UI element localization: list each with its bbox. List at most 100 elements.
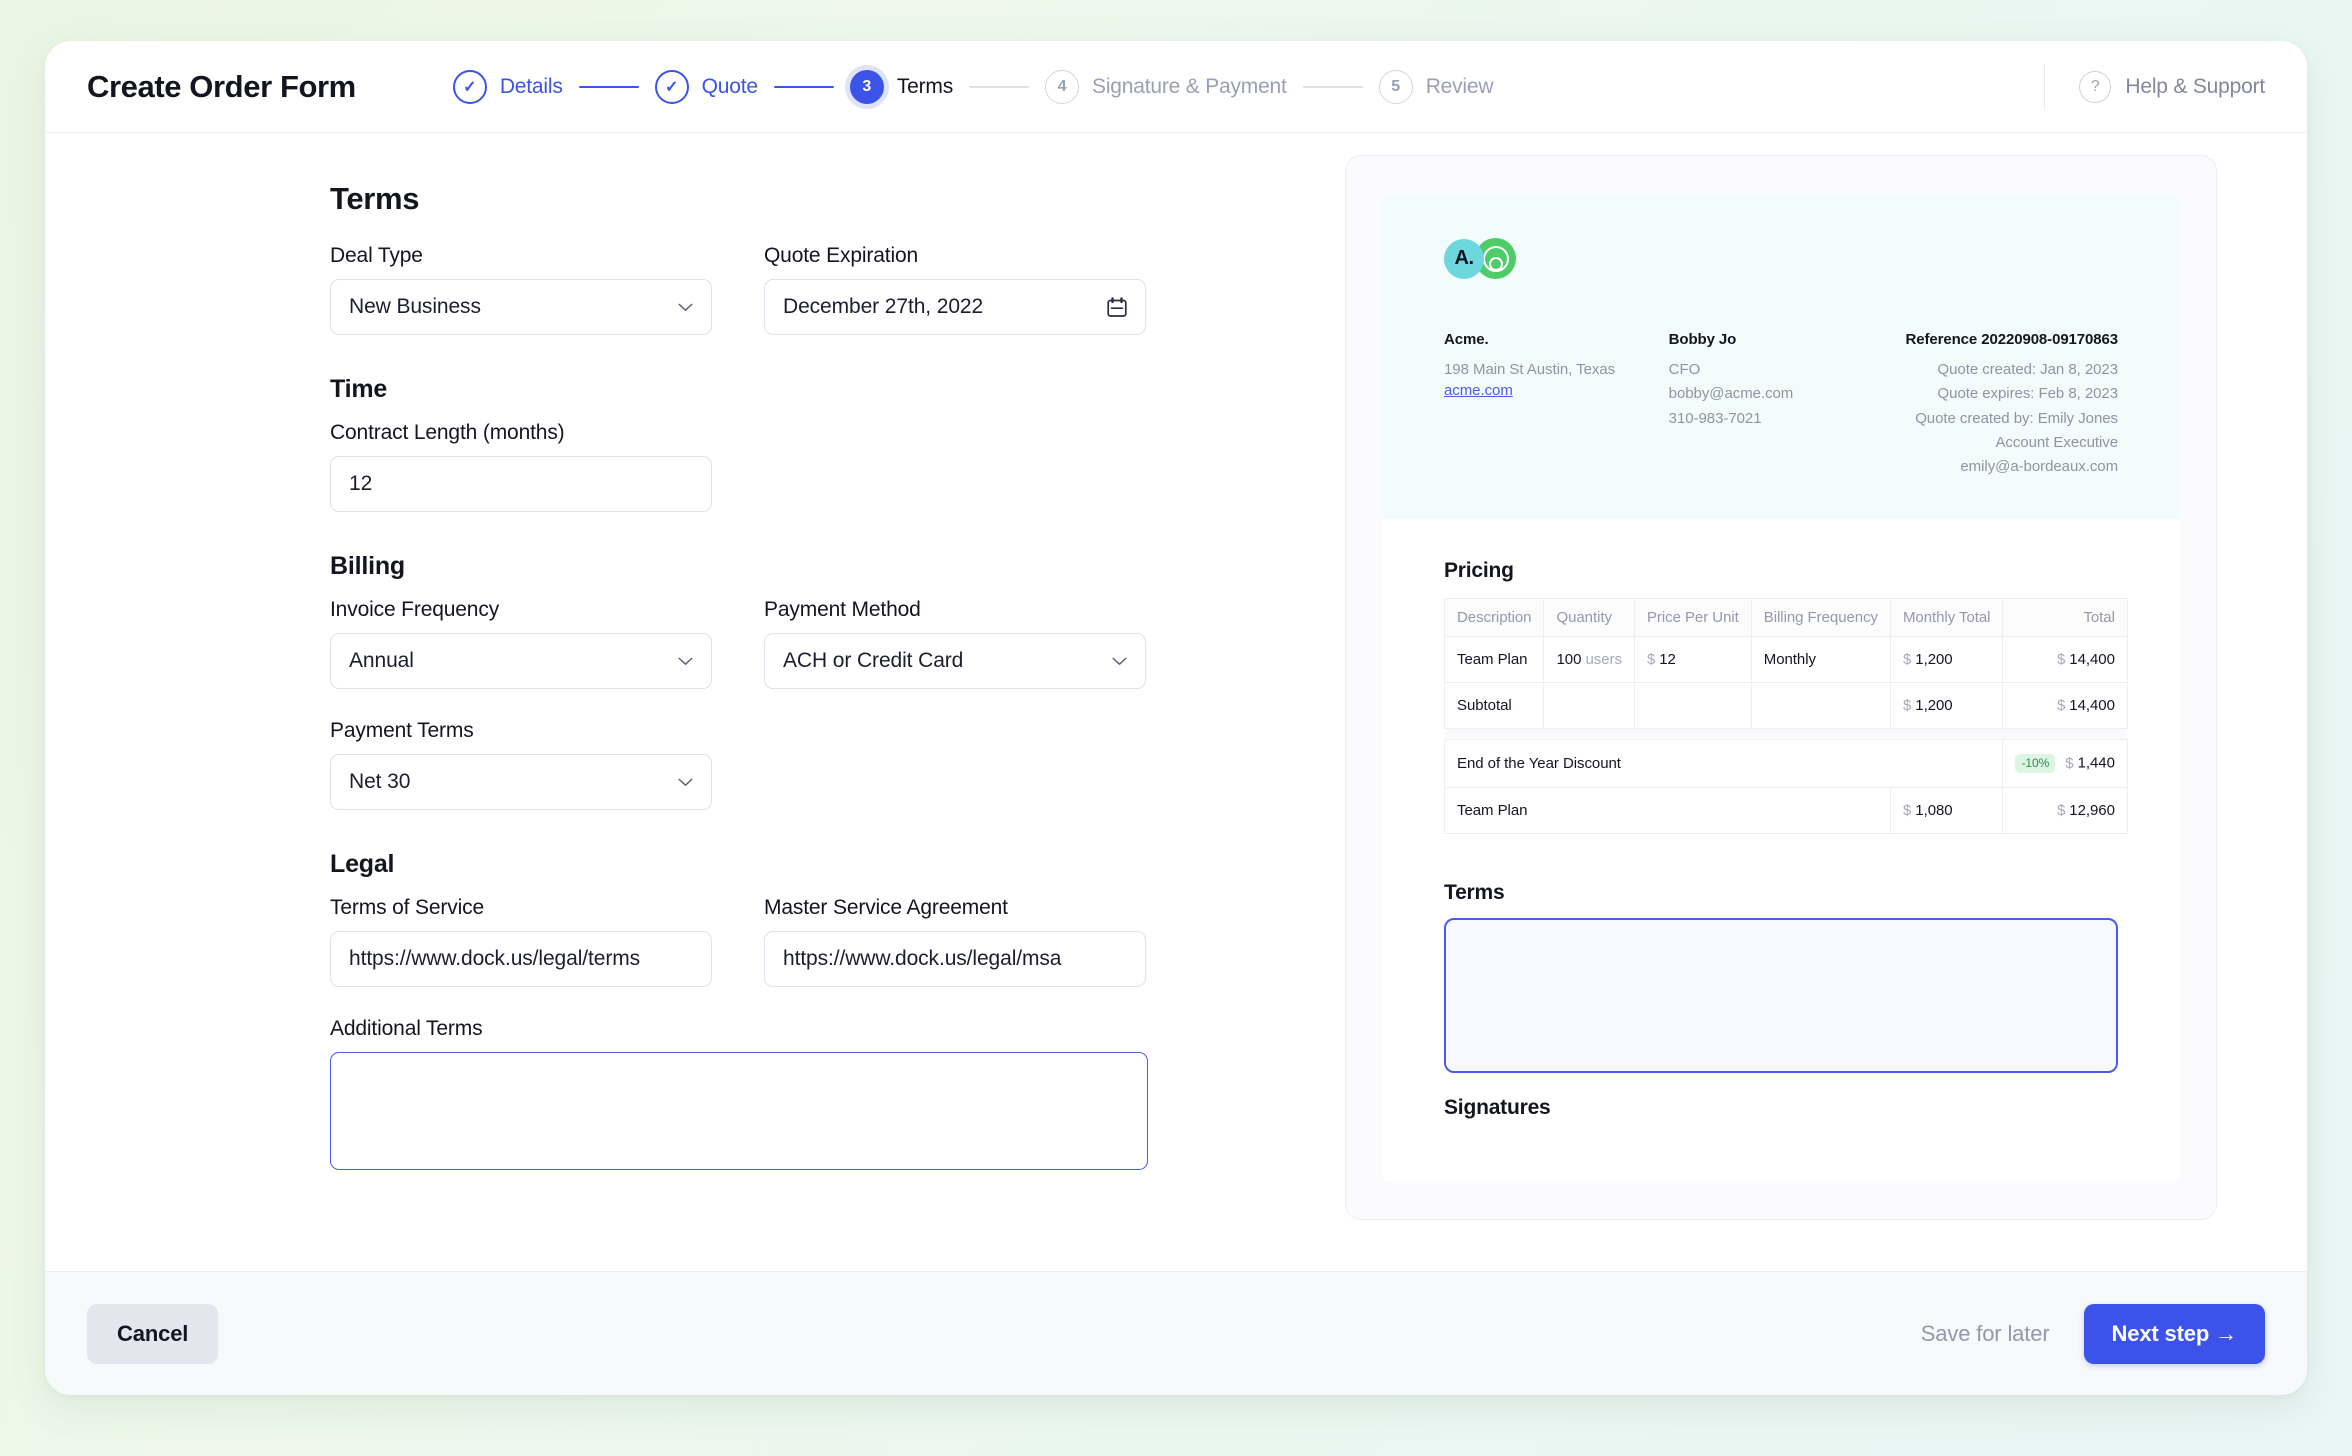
invoice-frequency-select[interactable]: Annual [330, 633, 712, 689]
footer-actions: Save for later Next step → [1921, 1303, 2265, 1364]
table-header-row: Description Quantity Price Per Unit Bill… [1443, 598, 2128, 638]
document-hero: A. Acme. 198 Main St Austin, Texas acme.… [1382, 194, 2180, 520]
label-quote-expiration: Quote Expiration [764, 244, 919, 267]
step-connector-4 [1302, 85, 1363, 88]
payment-method-value: ACH or Credit Card [783, 649, 964, 672]
quote-expiration-input[interactable]: December 27th, 2022 [764, 279, 1146, 335]
label-contract-length: Contract Length (months) [330, 421, 565, 444]
document-preview-pane: A. Acme. 198 Main St Austin, Texas acme.… [1345, 133, 2307, 1271]
field-payment-method: Payment Method ACH or Credit Card [764, 598, 1146, 689]
label-master-service-agreement: Master Service Agreement [764, 896, 1008, 919]
step-signature-payment[interactable]: 4 Signature & Payment [1045, 69, 1287, 104]
page-background: Create Order Form ✓ Details ✓ Quote 3 Te… [0, 0, 2352, 1456]
col-total: Total [2002, 598, 2128, 638]
invoice-frequency-value: Annual [349, 649, 414, 672]
cell-description: Subtotal [1443, 682, 1545, 730]
section-billing: Billing [330, 552, 405, 580]
final-monthly-value: 1,080 [1915, 802, 1953, 820]
table-row: Subtotal $1,200 $14,400 [1443, 682, 2128, 730]
company-logo: A. [1444, 238, 2118, 279]
monthly-total-value: 1,200 [1915, 651, 1953, 669]
next-step-button[interactable]: Next step → [2083, 1303, 2265, 1364]
help-support-label: Help & Support [2125, 74, 2265, 98]
form-heading: Terms [330, 181, 420, 216]
step-details[interactable]: ✓ Details [452, 69, 563, 104]
app-body: Terms Deal Type New Business Quote Expir… [45, 133, 2307, 1271]
cell-price-per-unit [1633, 682, 1752, 730]
terms-form: Terms Deal Type New Business Quote Expir… [45, 133, 1345, 1271]
cell-price-per-unit: $12 [1633, 636, 1752, 684]
quote-created: Quote created: Jan 8, 2023 [1937, 361, 2119, 378]
final-description: Team Plan [1444, 787, 1891, 835]
company-website-link[interactable]: acme.com [1444, 382, 1669, 399]
stepper: ✓ Details ✓ Quote 3 Terms 4 Signature & … [452, 69, 1494, 104]
payment-terms-value: Net 30 [349, 770, 411, 793]
field-contract-length: Contract Length (months) 12 [330, 421, 712, 512]
chevron-down-icon [678, 778, 693, 786]
preview-terms-box[interactable] [1444, 918, 2118, 1074]
step-number-badge: 5 [1378, 69, 1413, 104]
master-service-agreement-value: https://www.dock.us/legal/msa [783, 947, 1062, 970]
label-deal-type: Deal Type [330, 244, 423, 267]
cell-quantity: 100 users [1543, 636, 1635, 684]
quote-expiration-value: December 27th, 2022 [783, 295, 984, 318]
field-terms-of-service: Terms of Service https://www.dock.us/leg… [330, 896, 712, 987]
total-value: 14,400 [2069, 697, 2115, 715]
deal-type-select[interactable]: New Business [330, 279, 712, 335]
step-review[interactable]: 5 Review [1378, 69, 1494, 104]
step-label-terms: Terms [896, 74, 954, 98]
app-card: Create Order Form ✓ Details ✓ Quote 3 Te… [45, 41, 2307, 1395]
table-row: Team Plan 100 users $12 Monthly $1,200 $… [1443, 636, 2128, 684]
cell-description: Team Plan [1443, 636, 1545, 684]
company-block: Acme. 198 Main St Austin, Texas acme.com [1444, 331, 1669, 479]
monthly-total-value: 1,200 [1915, 697, 1953, 715]
preview-terms-heading: Terms [1444, 881, 1505, 905]
pricing-heading: Pricing [1444, 559, 1514, 583]
final-row: Team Plan $1,080 $12,960 [1444, 787, 2128, 835]
additional-terms-textarea[interactable] [330, 1052, 1148, 1170]
cell-billing-frequency [1750, 682, 1891, 730]
cell-monthly-total: $1,200 [1889, 636, 2004, 684]
chevron-down-icon [678, 303, 693, 311]
currency-symbol: $ [2056, 697, 2066, 715]
cancel-button[interactable]: Cancel [87, 1303, 219, 1364]
quote-expires: Quote expires: Feb 8, 2023 [1937, 385, 2119, 403]
step-label-details: Details [499, 74, 563, 98]
col-monthly-total: Monthly Total [1889, 598, 2004, 638]
currency-symbol: $ [1902, 802, 1912, 820]
discount-description: End of the Year Discount [1443, 739, 2004, 789]
master-service-agreement-input[interactable]: https://www.dock.us/legal/msa [764, 931, 1146, 987]
contract-length-value: 12 [349, 472, 373, 495]
discount-row: End of the Year Discount -10% $1,440 [1443, 739, 2128, 789]
terms-of-service-input[interactable]: https://www.dock.us/legal/terms [330, 931, 712, 987]
quantity-value: 100 [1556, 651, 1582, 669]
payment-terms-select[interactable]: Net 30 [330, 754, 712, 810]
label-payment-terms: Payment Terms [330, 719, 474, 742]
field-quote-expiration: Quote Expiration December 27th, 2022 [764, 244, 1146, 335]
final-monthly-total: $1,080 [1889, 787, 2004, 835]
creator-role: Account Executive [1995, 433, 2119, 451]
help-support-button[interactable]: ? Help & Support [2044, 63, 2265, 110]
currency-symbol: $ [1902, 651, 1912, 669]
contact-email: bobby@acme.com [1668, 385, 1794, 403]
preview-signatures-heading: Signatures [1444, 1096, 1551, 1120]
step-label-review: Review [1425, 74, 1494, 98]
save-for-later-button[interactable]: Save for later [1921, 1321, 2050, 1347]
label-terms-of-service: Terms of Service [330, 896, 484, 919]
step-number-badge: 4 [1045, 69, 1080, 104]
final-total-value: 12,960 [2069, 802, 2115, 820]
field-additional-terms: Additional Terms [330, 1017, 1148, 1170]
step-label-signature-payment: Signature & Payment [1092, 74, 1287, 98]
order-form-document: A. Acme. 198 Main St Austin, Texas acme.… [1382, 194, 2180, 1181]
chevron-down-icon [678, 657, 693, 665]
cell-quantity [1543, 682, 1635, 730]
terms-of-service-value: https://www.dock.us/legal/terms [349, 947, 641, 970]
step-terms[interactable]: 3 Terms [849, 69, 954, 104]
section-legal: Legal [330, 850, 395, 878]
contract-length-input[interactable]: 12 [330, 456, 712, 512]
step-quote[interactable]: ✓ Quote [654, 69, 758, 104]
document-body: Pricing Description Quantity Price Per U… [1382, 519, 2180, 1120]
payment-method-select[interactable]: ACH or Credit Card [764, 633, 1146, 689]
logo-initial-icon: A. [1444, 238, 1484, 279]
contact-title: CFO [1668, 361, 1701, 378]
